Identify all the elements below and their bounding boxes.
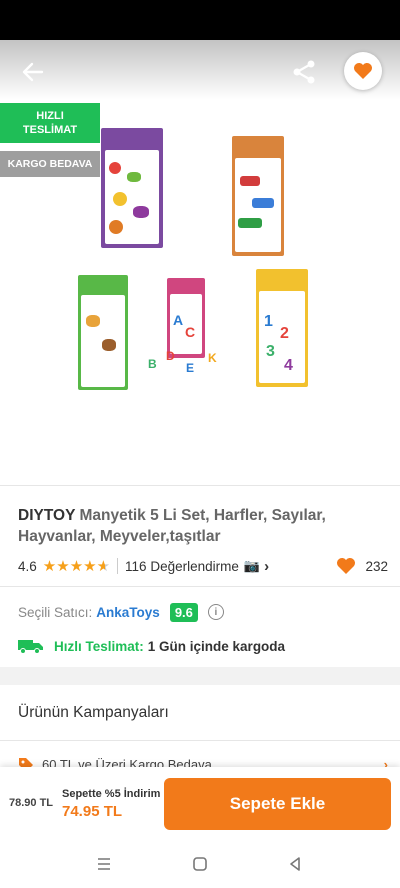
package-fruits xyxy=(101,128,163,248)
seller-row: Seçili Satıcı: AnkaToys 9.6 i xyxy=(18,601,388,623)
favorite-button[interactable] xyxy=(344,52,382,90)
campaigns-title: Ürünün Kampanyaları xyxy=(18,704,169,721)
reviews-count: 116 Değerlendirme xyxy=(125,558,239,574)
image-top-shade xyxy=(0,40,400,100)
heart-icon xyxy=(337,558,356,574)
package-vehicles xyxy=(232,136,284,256)
star-icon: ★ xyxy=(83,558,97,575)
rating-value: 4.6 xyxy=(18,558,37,574)
star-icon: ★ xyxy=(56,558,70,575)
discount-label: Sepette %5 İndirim xyxy=(62,788,161,800)
favorites-number: 232 xyxy=(365,558,388,574)
package-numbers: 1 2 3 4 xyxy=(256,269,308,387)
chevron-right-icon: › xyxy=(264,557,270,575)
rating-row: 4.6 ★ ★ ★ ★ ★ 116 Değerlendirme 📷 › 232 xyxy=(18,555,388,577)
section-gap xyxy=(0,667,400,685)
back-button[interactable] xyxy=(18,52,48,92)
fast-shipping-badge-text: HIZLI TESLİMAT xyxy=(22,110,78,136)
divider xyxy=(0,740,400,741)
loose-letters: B D E K xyxy=(148,349,217,375)
status-bar xyxy=(0,0,400,40)
fast-delivery-text: 1 Gün içinde kargoda xyxy=(147,638,286,654)
heart-icon xyxy=(354,63,372,79)
info-icon[interactable]: i xyxy=(207,604,224,620)
divider xyxy=(0,586,400,587)
product-title: DIYTOY Manyetik 5 Li Set, Harfler, Sayıl… xyxy=(18,505,388,547)
system-nav-bar xyxy=(0,841,400,888)
star-icon: ★ xyxy=(69,558,84,575)
fast-shipping-badge: HIZLI TESLİMAT xyxy=(0,103,100,143)
share-button[interactable] xyxy=(290,58,318,86)
favorites-count[interactable]: 232 xyxy=(336,557,388,575)
seller-name-link[interactable]: AnkaToys xyxy=(96,605,160,620)
half-star-icon: ★ xyxy=(96,558,111,575)
fast-delivery-label: Hızlı Teslimat: xyxy=(54,638,144,654)
reviews-link[interactable]: 116 Değerlendirme 📷 › xyxy=(125,558,269,575)
home-icon[interactable] xyxy=(192,856,208,872)
free-cargo-badge: KARGO BEDAVA xyxy=(0,151,100,177)
menu-icon[interactable] xyxy=(96,856,112,872)
star-icon: ★ xyxy=(42,558,57,575)
truck-icon xyxy=(18,640,43,654)
seller-score-badge: 9.6 xyxy=(169,602,198,622)
package-animals xyxy=(78,275,128,390)
share-icon xyxy=(293,60,315,84)
arrow-left-icon xyxy=(22,62,44,82)
brand-name[interactable]: DIYTOY xyxy=(18,507,75,524)
seller-label: Seçili Satıcı: xyxy=(18,604,93,620)
divider xyxy=(0,485,400,486)
rating-separator xyxy=(117,558,119,574)
fast-delivery-row: Hızlı Teslimat: 1 Gün içinde kargoda xyxy=(18,636,388,656)
back-nav-icon[interactable] xyxy=(287,856,303,872)
original-price: 78.90 TL xyxy=(9,797,54,809)
camera-icon: 📷 xyxy=(243,558,261,573)
discounted-price: 74.95 TL xyxy=(62,803,123,820)
add-to-cart-button[interactable]: Sepete Ekle xyxy=(164,778,391,830)
